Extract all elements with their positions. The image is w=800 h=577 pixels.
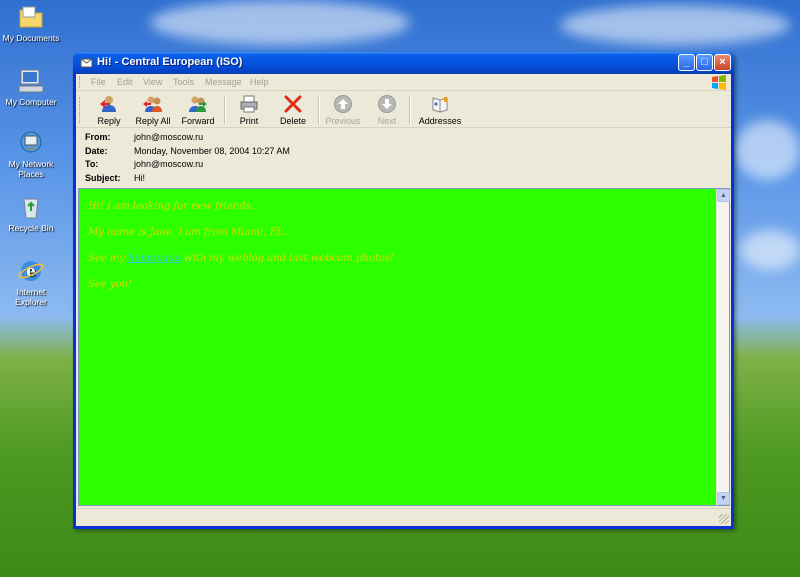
- forward-icon: [188, 94, 208, 114]
- printer-icon: [239, 94, 259, 114]
- message-line: See my homepage with my weblog and last …: [88, 253, 708, 264]
- desktop-icon-internet-explorer[interactable]: e Internet Explorer: [2, 258, 60, 307]
- cloud: [150, 0, 410, 45]
- vertical-scrollbar[interactable]: ▲ ▼: [716, 189, 730, 505]
- window-title: Hi! - Central European (ISO): [97, 56, 243, 68]
- menu-grip: [79, 76, 82, 88]
- windows-flag-icon: [711, 75, 727, 90]
- message-text: with my weblog and last webcam photos!: [180, 253, 394, 264]
- recycle-bin-icon: [17, 194, 45, 220]
- reply-icon: [99, 94, 119, 114]
- cloud: [560, 5, 790, 45]
- computer-icon: [17, 68, 45, 94]
- address-book-icon: [430, 94, 450, 114]
- toolbar-grip: [79, 97, 82, 123]
- desktop-icon-label: Explorer: [15, 297, 47, 307]
- desktop-icon-label: Places: [18, 169, 44, 179]
- desktop-icon-label: My Documents: [2, 33, 60, 43]
- subject-label: Subject:: [85, 173, 121, 183]
- forward-button[interactable]: Forward: [179, 94, 217, 126]
- resize-grip-icon[interactable]: [719, 514, 729, 524]
- cloud: [740, 230, 800, 270]
- menu-message[interactable]: Message: [205, 77, 242, 87]
- minimize-button[interactable]: _: [678, 54, 695, 71]
- close-button[interactable]: ×: [714, 54, 731, 71]
- from-label: From:: [85, 132, 111, 142]
- menu-file[interactable]: File: [91, 77, 106, 87]
- message-line: Hi! I am looking for new friends.: [88, 201, 254, 212]
- addresses-label: Addresses: [418, 116, 462, 126]
- desktop-icon-label: Internet: [16, 287, 46, 297]
- menu-tools[interactable]: Tools: [173, 77, 194, 87]
- date-label: Date:: [85, 146, 108, 156]
- title-bar[interactable]: Hi! - Central European (ISO) _ □ ×: [73, 52, 734, 74]
- reply-label: Reply: [97, 116, 121, 126]
- message-line: See you!: [88, 279, 132, 290]
- toolbar-separator: [224, 95, 226, 124]
- delete-button[interactable]: Delete: [275, 94, 311, 126]
- network-icon: [17, 130, 45, 156]
- print-label: Print: [239, 116, 259, 126]
- date-value: Monday, November 08, 2004 10:27 AM: [134, 146, 290, 156]
- desktop-icon-my-network-places[interactable]: My Network Places: [2, 130, 60, 179]
- reply-all-icon: [143, 94, 163, 114]
- next-label: Next: [377, 116, 397, 126]
- desktop-icon-my-documents[interactable]: My Documents: [2, 4, 60, 43]
- addresses-button[interactable]: Addresses: [417, 94, 463, 126]
- subject-value: Hi!: [134, 173, 145, 183]
- mail-message-icon: [80, 56, 93, 69]
- to-label: To:: [85, 159, 99, 169]
- desktop-icon-my-computer[interactable]: My Computer: [2, 68, 60, 107]
- homepage-link[interactable]: homepage: [128, 253, 181, 264]
- reply-all-label: Reply All: [135, 116, 171, 126]
- desktop-icon-label: My Computer: [5, 97, 57, 107]
- reply-button[interactable]: Reply: [92, 94, 126, 126]
- desktop-icon-label: Recycle Bin: [8, 223, 54, 233]
- next-button[interactable]: Next: [373, 94, 401, 126]
- message-body: Hi! I am looking for new friends. My nam…: [79, 189, 717, 505]
- message-headers: From: john@moscow.ru Date: Monday, Novem…: [76, 129, 731, 187]
- down-arrow-icon: [377, 94, 397, 114]
- message-window: Hi! - Central European (ISO) _ □ × File …: [73, 52, 734, 529]
- menu-edit[interactable]: Edit: [117, 77, 133, 87]
- to-value: john@moscow.ru: [134, 159, 204, 169]
- toolbar-separator: [318, 95, 320, 124]
- toolbar-separator: [409, 95, 411, 124]
- delete-label: Delete: [279, 116, 306, 126]
- desktop-icon-recycle-bin[interactable]: Recycle Bin: [2, 194, 60, 233]
- maximize-button[interactable]: □: [696, 54, 713, 71]
- delete-x-icon: [283, 94, 303, 114]
- message-text: See my: [88, 253, 129, 264]
- up-arrow-icon: [333, 94, 353, 114]
- forward-label: Forward: [181, 116, 215, 126]
- scroll-up-arrow-icon[interactable]: ▲: [717, 189, 730, 202]
- previous-button[interactable]: Previous: [324, 94, 362, 126]
- menu-help[interactable]: Help: [250, 77, 269, 87]
- reply-all-button[interactable]: Reply All: [133, 94, 173, 126]
- cloud: [735, 120, 800, 180]
- status-bar: [76, 508, 731, 526]
- message-pane[interactable]: Hi! I am looking for new friends. My nam…: [78, 188, 730, 506]
- print-button[interactable]: Print: [233, 94, 265, 126]
- internet-explorer-icon: e: [17, 258, 45, 284]
- message-line: My name is Jane, I am from Miami, FL.: [88, 227, 287, 238]
- menu-view[interactable]: View: [143, 77, 162, 87]
- scroll-down-arrow-icon[interactable]: ▼: [717, 492, 730, 505]
- from-value: john@moscow.ru: [134, 132, 204, 142]
- toolbar: Reply Reply All Forward Print Delete Pre…: [76, 92, 731, 128]
- desktop-icon-label: My Network: [8, 159, 54, 169]
- previous-label: Previous: [325, 116, 361, 126]
- folder-icon: [17, 4, 45, 30]
- menu-bar: File Edit View Tools Message Help: [76, 74, 731, 91]
